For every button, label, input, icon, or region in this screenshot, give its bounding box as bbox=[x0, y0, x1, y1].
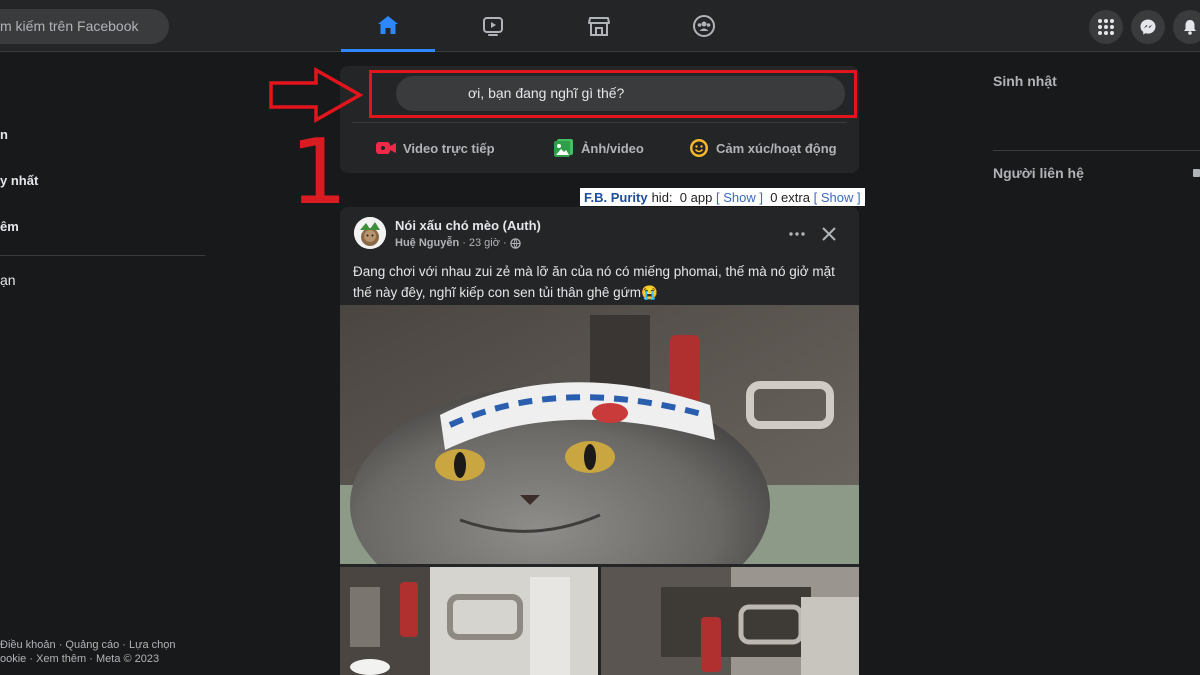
fbp-show-extra-link[interactable]: Show bbox=[821, 190, 854, 205]
photo-icon bbox=[554, 139, 573, 157]
room-photo-image bbox=[340, 567, 598, 675]
tab-marketplace[interactable] bbox=[552, 0, 646, 52]
fbp-brand[interactable]: F.B. Purity bbox=[584, 190, 648, 205]
post-meta: Huệ Nguyễn · 23 giờ · bbox=[395, 237, 521, 249]
post-photo-3[interactable] bbox=[601, 567, 859, 675]
sidebar-item-2[interactable]: y nhất bbox=[0, 173, 38, 188]
post-text: Đang chơi với nhau zui zẻ mà lỡ ăn của n… bbox=[353, 264, 835, 300]
birthdays-title: Sinh nhật bbox=[993, 73, 1057, 89]
photo-video-button[interactable]: Ảnh/video bbox=[553, 136, 644, 160]
sidebar-item-3[interactable]: êm bbox=[0, 219, 19, 234]
post-photo-2[interactable] bbox=[340, 567, 598, 675]
search-placeholder: m kiếm trên Facebook bbox=[0, 18, 139, 34]
feeling-activity-button[interactable]: Cảm xúc/hoạt động bbox=[688, 136, 837, 160]
more-dots-icon bbox=[789, 232, 805, 236]
footer-links-line-1[interactable]: Điều khoản · Quảng cáo · Lựa chọn bbox=[0, 639, 176, 651]
step-number: 1 bbox=[290, 120, 348, 225]
meta-dot-2: · bbox=[502, 237, 507, 249]
messenger-button[interactable] bbox=[1131, 10, 1165, 44]
bell-icon bbox=[1184, 20, 1196, 35]
tab-watch[interactable] bbox=[446, 0, 540, 52]
group-name[interactable]: Nói xấu chó mèo (Auth) bbox=[395, 218, 541, 233]
search-input[interactable]: m kiếm trên Facebook bbox=[0, 9, 169, 44]
footer-links-line-2[interactable]: ookie · Xem thêm · Meta © 2023 bbox=[0, 653, 159, 665]
fbp-open-1: [ bbox=[715, 189, 720, 205]
feed-post: Nói xấu chó mèo (Auth) Huệ Nguyễn · 23 g… bbox=[340, 207, 859, 675]
grid-menu-icon bbox=[1098, 19, 1114, 35]
fbp-close-2: ] bbox=[857, 189, 861, 205]
fb-purity-bar: F.B. Purity hid: 0 app [ Show ] 0 extra … bbox=[580, 188, 865, 206]
sidebar-divider bbox=[0, 255, 205, 256]
post-photo-main[interactable] bbox=[340, 305, 859, 564]
marketplace-icon bbox=[588, 17, 610, 36]
right-divider bbox=[993, 150, 1200, 151]
fbp-open-2: [ bbox=[813, 189, 818, 205]
highlight-box bbox=[369, 70, 857, 118]
fbp-show-apps-link[interactable]: Show bbox=[723, 190, 756, 205]
tab-home[interactable] bbox=[341, 0, 435, 52]
cat-photo-image bbox=[340, 305, 859, 564]
hide-post-button[interactable] bbox=[818, 223, 840, 245]
messenger-icon bbox=[1140, 19, 1156, 35]
close-icon bbox=[822, 227, 836, 241]
sidebar-item-1[interactable]: n bbox=[0, 127, 8, 142]
fbp-apps: 0 app bbox=[679, 189, 713, 205]
post-time[interactable]: 23 giờ bbox=[469, 237, 500, 249]
notifications-button[interactable] bbox=[1173, 10, 1200, 44]
watch-video-icon bbox=[483, 17, 503, 36]
group-avatar-image bbox=[354, 217, 386, 249]
group-avatar[interactable] bbox=[354, 217, 386, 249]
post-options-button[interactable] bbox=[786, 223, 808, 245]
feeling-activity-label: Cảm xúc/hoạt động bbox=[716, 140, 837, 156]
sidebar-item-4[interactable]: ạn bbox=[0, 272, 16, 288]
home-icon bbox=[378, 15, 398, 34]
meta-dot: · bbox=[462, 237, 466, 249]
top-navigation-bar: m kiếm trên Facebook bbox=[0, 0, 1200, 52]
contacts-title: Người liên hệ bbox=[993, 165, 1084, 181]
composer-divider bbox=[352, 122, 847, 123]
fbp-close-1: ] bbox=[759, 189, 763, 205]
groups-icon bbox=[693, 15, 715, 37]
menu-button[interactable] bbox=[1089, 10, 1123, 44]
fbp-hid: hid: bbox=[651, 189, 673, 205]
live-video-icon bbox=[376, 142, 396, 154]
fbp-extra: 0 extra bbox=[770, 189, 810, 205]
contacts-video-icon[interactable] bbox=[1193, 168, 1200, 178]
feeling-icon bbox=[690, 139, 708, 157]
photo-video-label: Ảnh/video bbox=[581, 140, 644, 156]
red-arrow-icon bbox=[269, 66, 364, 124]
post-author[interactable]: Huệ Nguyễn bbox=[395, 237, 459, 249]
live-video-label: Video trực tiếp bbox=[403, 140, 495, 156]
room-photo-image-2 bbox=[601, 567, 859, 675]
tab-groups[interactable] bbox=[657, 0, 751, 52]
globe-icon bbox=[509, 237, 521, 249]
live-video-button[interactable]: Video trực tiếp bbox=[375, 136, 495, 160]
